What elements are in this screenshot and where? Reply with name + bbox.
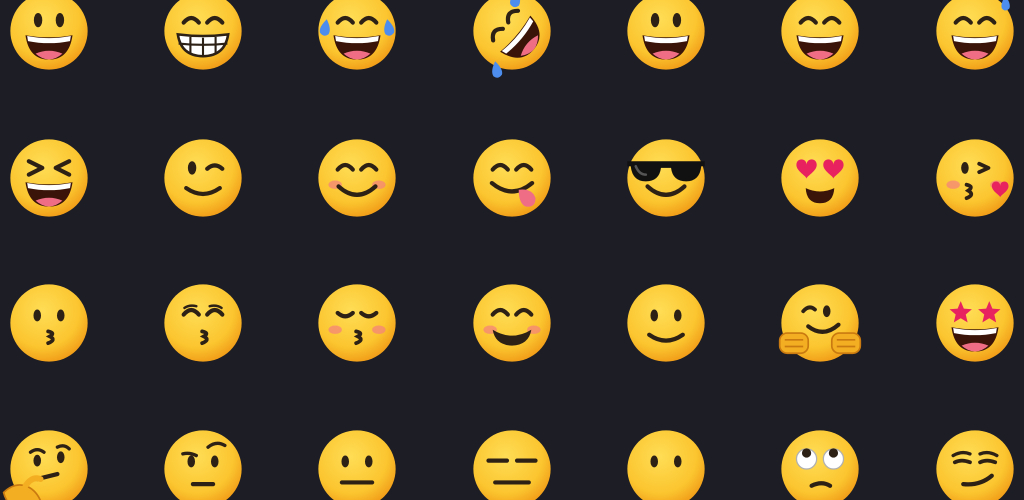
blushing-smiling-face-icon-graphic: [473, 284, 551, 362]
face-with-tears-of-joy-icon-graphic: [318, 0, 396, 70]
emoji-grid: [0, 0, 1024, 500]
kissing-face-with-closed-eyes-icon[interactable]: [315, 281, 399, 365]
hugging-face-icon-graphic: [778, 284, 862, 362]
kissing-face-icon-graphic: [10, 284, 88, 362]
beaming-face-with-smiling-eyes-icon[interactable]: [161, 0, 245, 73]
star-struck-icon[interactable]: [933, 281, 1017, 365]
slightly-smiling-face-icon-graphic: [627, 284, 705, 362]
face-with-raised-eyebrow-icon-graphic: [164, 430, 242, 500]
face-blowing-a-kiss-icon[interactable]: [933, 136, 1017, 220]
face-with-raised-eyebrow-icon[interactable]: [161, 427, 245, 500]
winking-face-icon[interactable]: [161, 136, 245, 220]
grinning-face-with-big-eyes-icon[interactable]: [7, 0, 91, 73]
rolling-on-the-floor-laughing-icon-graphic: [473, 0, 551, 78]
grinning-squinting-face-icon-graphic: [10, 139, 88, 217]
slightly-smiling-face-icon[interactable]: [624, 281, 708, 365]
face-with-rolling-eyes-icon-graphic: [781, 430, 859, 500]
grinning-face-with-smiling-eyes-icon[interactable]: [778, 0, 862, 73]
grinning-face-with-big-eyes-icon-graphic: [10, 0, 88, 70]
grinning-face-icon[interactable]: [624, 0, 708, 73]
face-savoring-food-icon-graphic: [473, 139, 551, 217]
face-savoring-food-icon[interactable]: [470, 136, 554, 220]
face-without-mouth-icon[interactable]: [624, 427, 708, 500]
face-with-tears-of-joy-icon[interactable]: [315, 0, 399, 73]
face-without-mouth-icon-graphic: [627, 430, 705, 500]
expressionless-face-icon[interactable]: [470, 427, 554, 500]
face-blowing-a-kiss-icon-graphic: [936, 139, 1014, 217]
kissing-face-icon[interactable]: [7, 281, 91, 365]
grinning-face-icon-graphic: [627, 0, 705, 70]
expressionless-face-icon-graphic: [473, 430, 551, 500]
smiling-face-with-heart-eyes-icon-graphic: [781, 139, 859, 217]
grinning-squinting-face-icon[interactable]: [7, 136, 91, 220]
neutral-face-icon[interactable]: [315, 427, 399, 500]
smiling-face-with-smiling-eyes-icon-graphic: [318, 139, 396, 217]
smiling-face-with-heart-eyes-icon[interactable]: [778, 136, 862, 220]
hugging-face-icon[interactable]: [778, 281, 862, 365]
kissing-face-with-closed-eyes-icon-graphic: [318, 284, 396, 362]
smiling-face-with-smiling-eyes-icon[interactable]: [315, 136, 399, 220]
beaming-face-with-smiling-eyes-icon-graphic: [164, 0, 242, 70]
grinning-face-with-sweat-icon[interactable]: [933, 0, 1017, 73]
smirking-face-icon[interactable]: [933, 427, 1017, 500]
blushing-smiling-face-icon[interactable]: [470, 281, 554, 365]
face-with-rolling-eyes-icon[interactable]: [778, 427, 862, 500]
kissing-face-with-smiling-eyes-icon-graphic: [164, 284, 242, 362]
smiling-face-with-sunglasses-icon-graphic: [627, 139, 705, 217]
thinking-face-icon[interactable]: [2, 427, 91, 500]
neutral-face-icon-graphic: [318, 430, 396, 500]
grinning-face-with-sweat-icon-graphic: [936, 0, 1014, 70]
grinning-face-with-smiling-eyes-icon-graphic: [781, 0, 859, 70]
star-struck-icon-graphic: [936, 284, 1014, 362]
kissing-face-with-smiling-eyes-icon[interactable]: [161, 281, 245, 365]
smiling-face-with-sunglasses-icon[interactable]: [624, 136, 708, 220]
winking-face-icon-graphic: [164, 139, 242, 217]
smirking-face-icon-graphic: [936, 430, 1014, 500]
thinking-face-icon-graphic: [2, 430, 88, 500]
rolling-on-the-floor-laughing-icon[interactable]: [470, 0, 554, 78]
